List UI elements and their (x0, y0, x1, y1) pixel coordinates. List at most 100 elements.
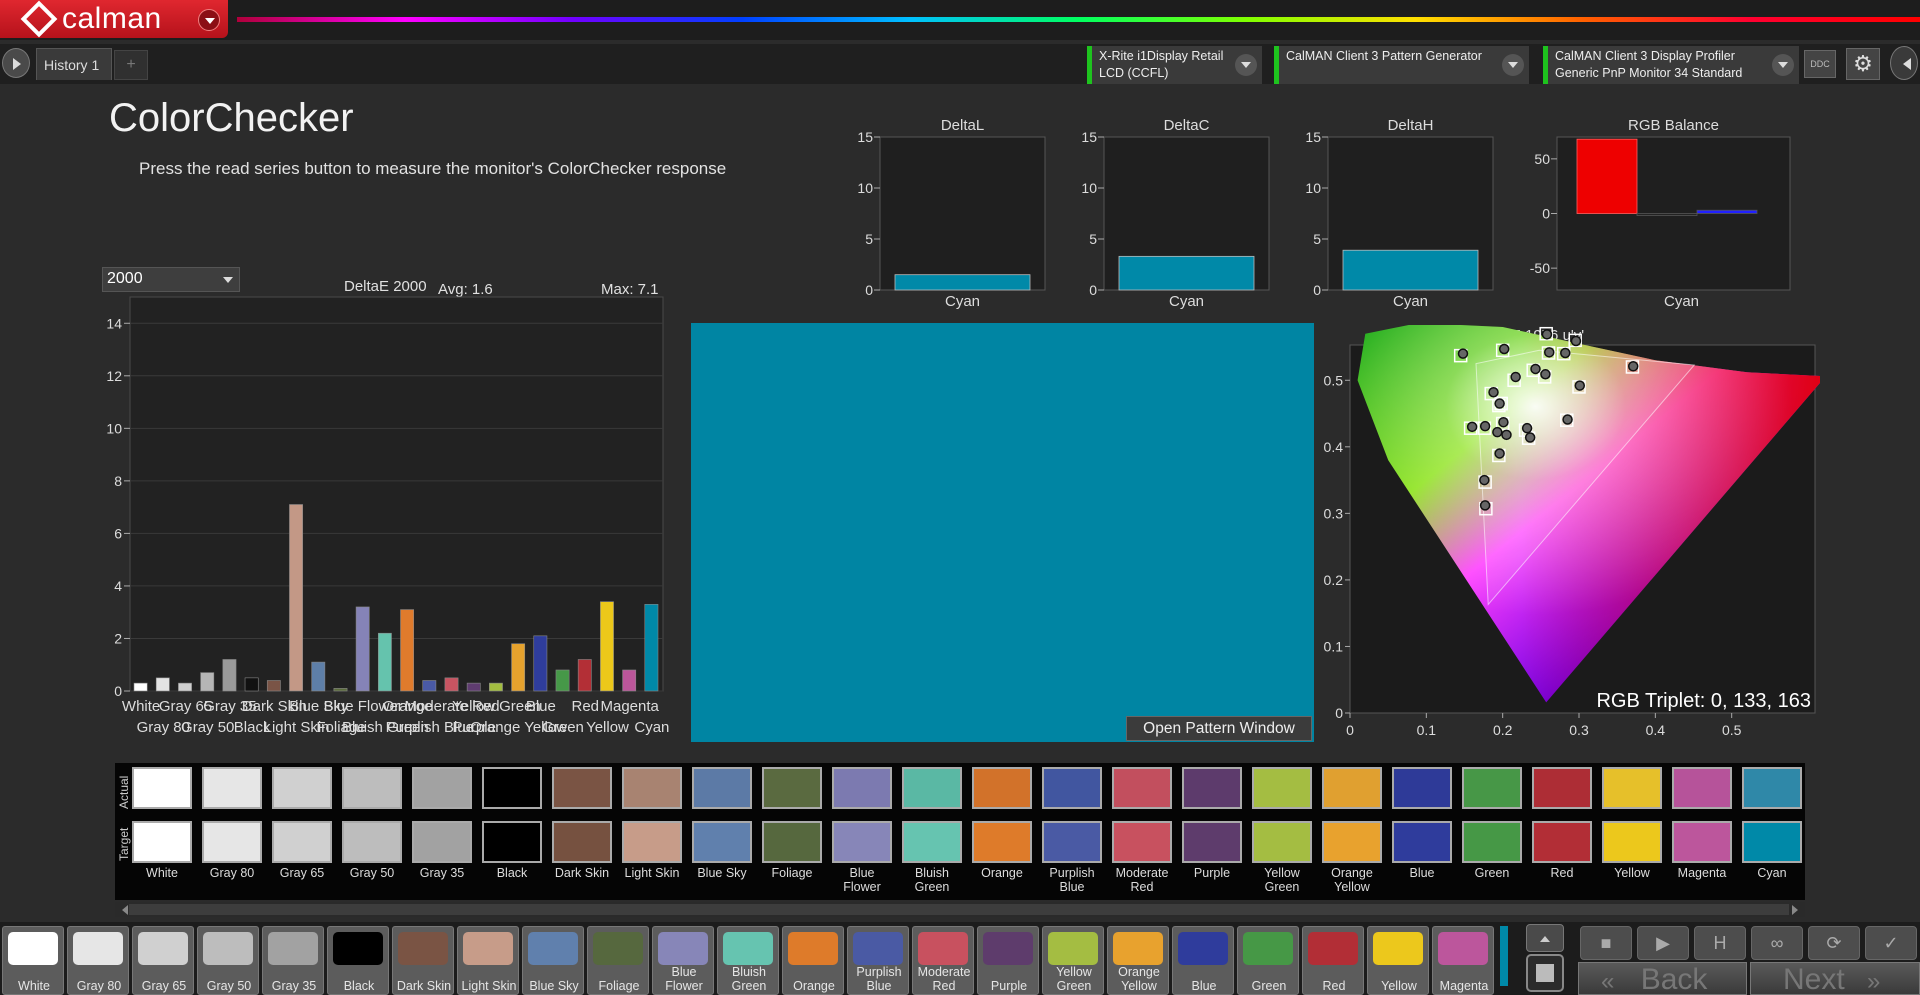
actual-swatch[interactable] (1042, 767, 1102, 809)
target-swatch[interactable] (1322, 821, 1382, 863)
actual-swatch[interactable] (1532, 767, 1592, 809)
bottom-swatch-button[interactable]: Black (327, 926, 389, 995)
scroll-right-icon[interactable] (1792, 905, 1803, 915)
target-swatch[interactable] (1112, 821, 1172, 863)
actual-swatch[interactable] (1322, 767, 1382, 809)
bottom-swatch-button[interactable]: Orange Yellow (1107, 926, 1169, 995)
bottom-swatch-button[interactable]: Gray 50 (197, 926, 259, 995)
target-swatch[interactable] (762, 821, 822, 863)
calman-logo[interactable]: calman (0, 0, 228, 38)
back-button[interactable]: « Back (1578, 962, 1747, 995)
actual-swatch[interactable] (1742, 767, 1802, 809)
bottom-swatch-button[interactable]: Purplish Blue (847, 926, 909, 995)
bottom-swatch-button[interactable]: Bluish Green (717, 926, 779, 995)
play-icon[interactable]: ▶ (1637, 926, 1689, 960)
target-swatch[interactable] (1462, 821, 1522, 863)
app-menu-dropdown-icon[interactable] (198, 9, 220, 31)
target-swatch[interactable] (1042, 821, 1102, 863)
bottom-swatch-button[interactable]: Blue Flower (652, 926, 714, 995)
target-swatch[interactable] (1672, 821, 1732, 863)
actual-swatch[interactable] (412, 767, 472, 809)
actual-swatch[interactable] (762, 767, 822, 809)
read-series-icon[interactable] (1526, 954, 1564, 992)
target-swatch[interactable] (412, 821, 472, 863)
scrollbar-thumb[interactable] (129, 904, 1789, 915)
delta-e-formula-select[interactable]: 2000 (102, 267, 240, 292)
target-swatch[interactable] (482, 821, 542, 863)
bottom-swatch-button[interactable]: Purple (977, 926, 1039, 995)
actual-swatch[interactable] (1392, 767, 1452, 809)
bottom-swatch-button[interactable]: Gray 80 (67, 926, 129, 995)
refresh-icon[interactable]: ⟳ (1808, 926, 1860, 960)
chevron-down-icon[interactable] (1502, 54, 1524, 76)
bottom-swatch-button[interactable]: Blue (1172, 926, 1234, 995)
target-swatch[interactable] (1252, 821, 1312, 863)
chevron-down-icon[interactable] (1235, 54, 1257, 76)
target-swatch[interactable] (552, 821, 612, 863)
display-profile-selector[interactable]: CalMAN Client 3 Display Profiler Generic… (1543, 46, 1799, 84)
bottom-swatch-button[interactable]: Red (1302, 926, 1364, 995)
bottom-swatch-button[interactable]: Gray 65 (132, 926, 194, 995)
actual-swatch[interactable] (1602, 767, 1662, 809)
target-swatch[interactable] (272, 821, 332, 863)
actual-swatch[interactable] (832, 767, 892, 809)
bottom-swatch-button[interactable]: Light Skin (457, 926, 519, 995)
actual-swatch[interactable] (272, 767, 332, 809)
target-swatch[interactable] (902, 821, 962, 863)
expand-panel-icon[interactable] (2, 48, 30, 78)
actual-swatch[interactable] (342, 767, 402, 809)
target-swatch[interactable] (692, 821, 752, 863)
actual-swatch[interactable] (1182, 767, 1242, 809)
stop-icon[interactable]: ■ (1580, 926, 1632, 960)
ddc-icon[interactable]: DDC (1804, 50, 1836, 78)
bottom-swatch-button[interactable]: Orange (782, 926, 844, 995)
actual-swatch[interactable] (622, 767, 682, 809)
actual-swatch[interactable] (482, 767, 542, 809)
target-swatch[interactable] (1532, 821, 1592, 863)
actual-swatch[interactable] (1112, 767, 1172, 809)
swatch-scrollbar[interactable] (115, 902, 1805, 917)
bottom-swatch-button[interactable]: Green (1237, 926, 1299, 995)
collapse-panel-icon[interactable] (1890, 46, 1918, 80)
actual-swatch[interactable] (692, 767, 752, 809)
gear-icon[interactable]: ⚙ (1846, 48, 1880, 80)
chevron-down-icon[interactable] (1772, 54, 1794, 76)
tab-history-1[interactable]: History 1 (36, 48, 112, 80)
actual-swatch[interactable] (972, 767, 1032, 809)
open-pattern-window-button[interactable]: Open Pattern Window (1126, 716, 1312, 741)
bottom-swatch-button[interactable]: White (2, 926, 64, 995)
infinity-icon[interactable]: ∞ (1751, 926, 1803, 960)
actual-swatch[interactable] (1252, 767, 1312, 809)
actual-swatch[interactable] (552, 767, 612, 809)
bottom-swatch-button[interactable]: Foliage (587, 926, 649, 995)
check-icon[interactable]: ✓ (1865, 926, 1917, 960)
bottom-swatch-cyan-edge[interactable] (1500, 926, 1508, 986)
target-swatch[interactable] (202, 821, 262, 863)
actual-swatch[interactable] (202, 767, 262, 809)
actual-swatch[interactable] (132, 767, 192, 809)
bottom-swatch-button[interactable]: Yellow Green (1042, 926, 1104, 995)
target-swatch[interactable] (132, 821, 192, 863)
add-tab-button[interactable]: + (114, 50, 148, 80)
bottom-swatch-button[interactable]: Magenta (1432, 926, 1494, 995)
actual-swatch[interactable] (1672, 767, 1732, 809)
target-swatch[interactable] (1182, 821, 1242, 863)
bottom-swatch-button[interactable]: Yellow (1367, 926, 1429, 995)
target-swatch[interactable] (1602, 821, 1662, 863)
bottom-swatch-button[interactable]: Moderate Red (912, 926, 974, 995)
bottom-swatch-button[interactable]: Gray 35 (262, 926, 324, 995)
actual-swatch[interactable] (1462, 767, 1522, 809)
target-swatch[interactable] (622, 821, 682, 863)
target-swatch[interactable] (1742, 821, 1802, 863)
bottom-swatch-button[interactable]: Blue Sky (522, 926, 584, 995)
target-swatch[interactable] (342, 821, 402, 863)
bottom-swatch-button[interactable]: Dark Skin (392, 926, 454, 995)
meter-device-selector[interactable]: X-Rite i1Display Retail LCD (CCFL) (1087, 46, 1262, 84)
hold-icon[interactable]: H (1694, 926, 1746, 960)
target-swatch[interactable] (972, 821, 1032, 863)
chevron-up-icon[interactable] (1526, 924, 1564, 952)
target-swatch[interactable] (1392, 821, 1452, 863)
pattern-generator-selector[interactable]: CalMAN Client 3 Pattern Generator (1274, 46, 1529, 84)
next-button[interactable]: Next » (1750, 962, 1920, 995)
actual-swatch[interactable] (902, 767, 962, 809)
